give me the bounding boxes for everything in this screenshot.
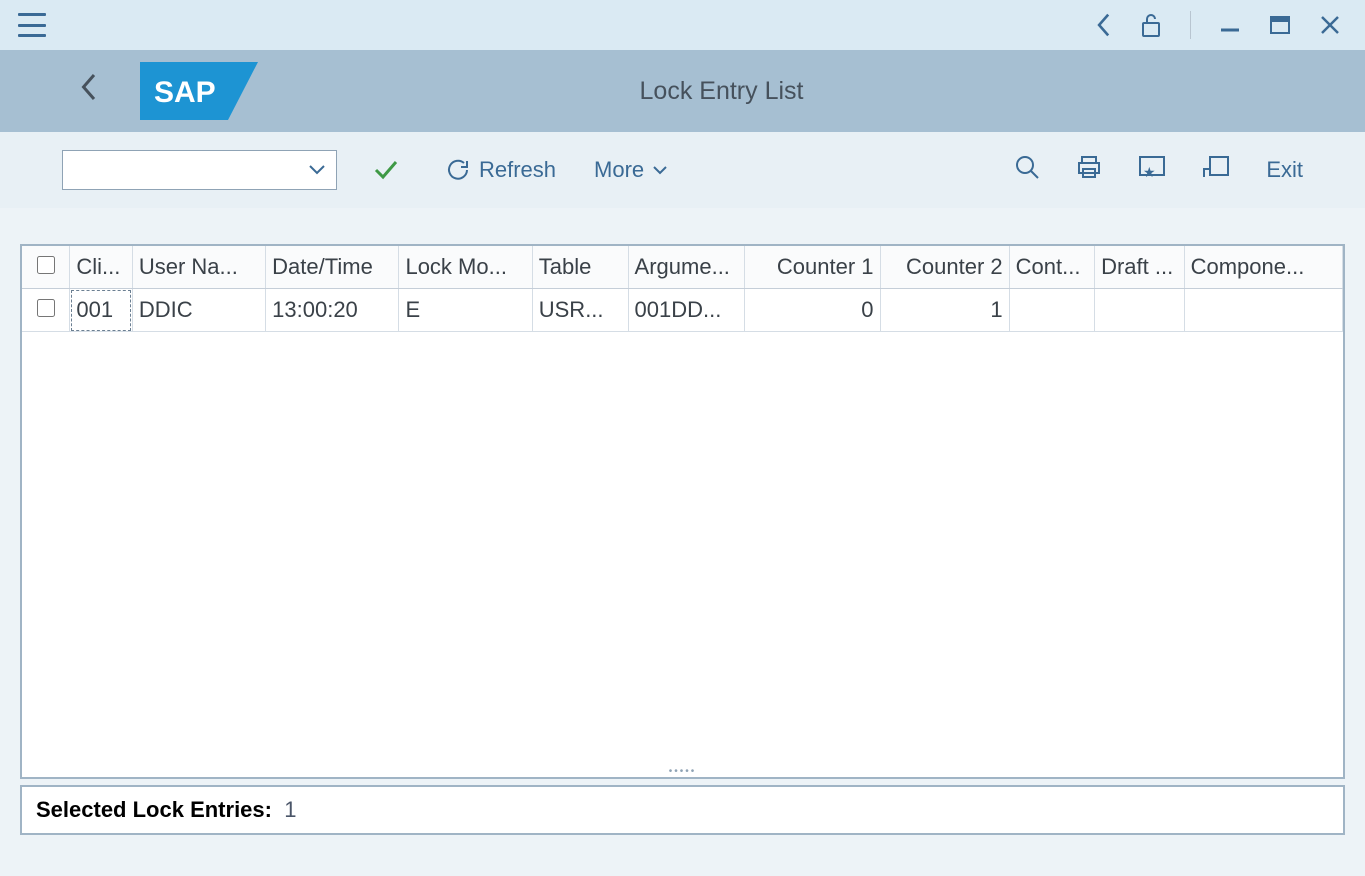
cell-lockmode[interactable]: E [399,289,532,332]
toolbar: Refresh More ★ Exit [0,132,1365,208]
unlock-icon[interactable] [1140,12,1162,38]
cell-component[interactable] [1184,289,1342,332]
search-icon[interactable] [1014,154,1040,187]
lock-table: Cli... User Na... Date/Time Lock Mo... T… [22,246,1343,332]
refresh-icon [445,157,471,183]
confirm-button[interactable] [355,153,417,187]
cell-counter2[interactable]: 1 [880,289,1009,332]
status-label: Selected Lock Entries: [36,797,272,822]
menu-icon[interactable] [18,13,46,37]
lock-table-container: Cli... User Na... Date/Time Lock Mo... T… [20,244,1345,779]
select-all-checkbox[interactable] [37,256,55,274]
chevron-down-icon [652,164,668,176]
cell-draft[interactable] [1095,289,1185,332]
col-component[interactable]: Compone... [1184,246,1342,289]
title-bar: SAP Lock Entry List [0,50,1365,132]
table-header-row: Cli... User Na... Date/Time Lock Mo... T… [22,246,1343,289]
window-controls [1094,11,1341,39]
print-icon[interactable] [1076,154,1102,187]
col-context[interactable]: Cont... [1009,246,1094,289]
svg-text:SAP: SAP [154,76,216,109]
cell-datetime[interactable]: 13:00:20 [266,289,399,332]
chevron-left-icon[interactable] [1094,12,1112,38]
status-value: 1 [284,797,296,822]
svg-text:★: ★ [1143,164,1156,179]
col-table[interactable]: Table [532,246,628,289]
col-user[interactable]: User Na... [132,246,265,289]
cell-user[interactable]: DDIC [132,289,265,332]
page-title: Lock Entry List [78,77,1365,106]
row-checkbox[interactable] [37,299,55,317]
table-row[interactable]: 001 DDIC 13:00:20 E USR... 001DD... 0 1 [22,289,1343,332]
col-client[interactable]: Cli... [70,246,132,289]
divider [1190,11,1191,39]
cell-context[interactable] [1009,289,1094,332]
col-datetime[interactable]: Date/Time [266,246,399,289]
toolbar-right: ★ Exit [1014,154,1303,187]
sap-logo: SAP [140,62,258,120]
col-draft[interactable]: Draft ... [1095,246,1185,289]
row-select[interactable] [22,289,70,332]
refresh-button[interactable]: Refresh [435,151,566,189]
shortcut-icon[interactable] [1202,155,1230,186]
minimize-icon[interactable] [1219,14,1241,36]
close-icon[interactable] [1319,14,1341,36]
col-counter2[interactable]: Counter 2 [880,246,1009,289]
more-button[interactable]: More [584,151,678,189]
more-label: More [594,157,644,183]
window-bar [0,0,1365,50]
chevron-down-icon[interactable] [308,160,326,181]
back-button[interactable] [78,72,98,110]
main-content: Cli... User Na... Date/Time Lock Mo... T… [0,208,1365,876]
cell-client[interactable]: 001 [70,289,132,332]
select-all-header[interactable] [22,246,70,289]
maximize-icon[interactable] [1269,14,1291,36]
cell-table[interactable]: USR... [532,289,628,332]
col-lockmode[interactable]: Lock Mo... [399,246,532,289]
col-counter1[interactable]: Counter 1 [745,246,880,289]
refresh-label: Refresh [479,157,556,183]
col-argument[interactable]: Argume... [628,246,745,289]
resize-handle[interactable]: ••••• [669,766,697,777]
new-window-icon[interactable]: ★ [1138,155,1166,186]
status-bar: Selected Lock Entries: 1 [20,785,1345,835]
exit-button[interactable]: Exit [1266,157,1303,183]
cell-argument[interactable]: 001DD... [628,289,745,332]
cell-counter1[interactable]: 0 [745,289,880,332]
command-input[interactable] [62,150,337,190]
